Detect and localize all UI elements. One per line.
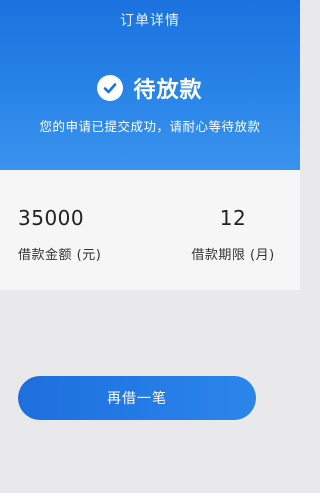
loan-amount-value: 35000 — [18, 206, 85, 230]
check-circle-icon — [97, 75, 124, 101]
order-detail-page: 订单详情 待放款 您的申请已提交成功，请耐心等待放款 35000 借款金额 (元… — [0, 0, 300, 493]
status-title: 待放款 — [133, 78, 203, 103]
status-description: 您的申请已提交成功，请耐心等待放款 — [39, 119, 261, 134]
status-row: 待放款 — [0, 72, 300, 104]
page-title: 订单详情 — [120, 13, 180, 29]
borrow-again-button[interactable]: 再借一笔 — [18, 376, 256, 420]
loan-info-card: 35000 借款金额 (元) 12 借款期限 (月) — [0, 170, 300, 290]
loan-amount-column: 35000 借款金额 (元) — [0, 170, 152, 290]
loan-term-value: 12 — [219, 206, 247, 230]
loan-term-label: 借款期限 (月) — [191, 248, 275, 263]
loan-term-column: 12 借款期限 (月) — [152, 170, 300, 290]
loan-amount-label: 借款金额 (元) — [18, 248, 102, 263]
status-header: 订单详情 待放款 您的申请已提交成功，请耐心等待放款 — [0, 0, 300, 170]
